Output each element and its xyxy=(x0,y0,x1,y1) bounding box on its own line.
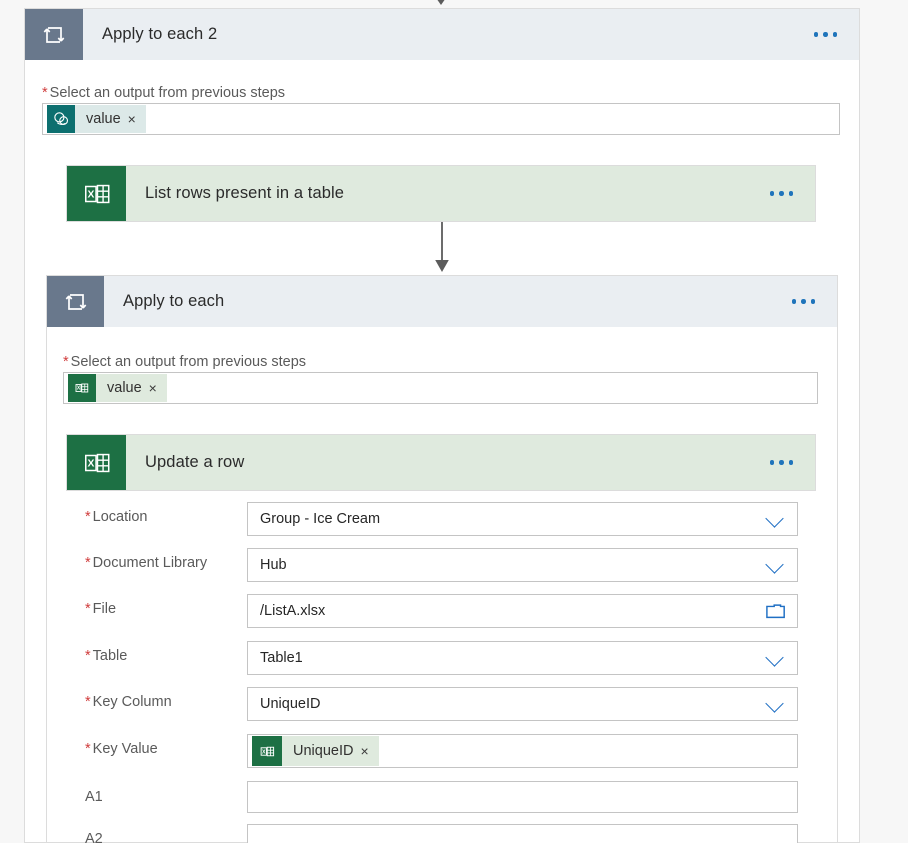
required-asterisk: * xyxy=(85,694,91,710)
token-chip-label: value xyxy=(107,380,142,396)
inner-loop-output-label: * Select an output from previous steps xyxy=(63,354,307,370)
required-asterisk: * xyxy=(85,741,91,757)
list-rows-action-header[interactable]: X List rows present in a table xyxy=(66,165,816,222)
token-chip-label: UniqueID xyxy=(293,743,354,759)
a1-input[interactable] xyxy=(247,781,798,813)
update-row-action-title: Update a row xyxy=(145,453,245,471)
flow-designer-canvas: Apply to each 2 * Select an output from p… xyxy=(0,0,908,843)
excel-icon: X xyxy=(252,736,282,766)
svg-text:X: X xyxy=(87,189,94,200)
token-chip-uniqueid[interactable]: X UniqueID × xyxy=(252,736,379,766)
list-rows-action-more-button[interactable] xyxy=(769,191,816,196)
file-label: * File xyxy=(85,601,117,617)
token-remove-icon[interactable]: × xyxy=(149,381,167,395)
a2-label: A2 xyxy=(85,831,103,843)
table-dropdown[interactable]: Table1 xyxy=(247,641,798,675)
outer-loop-output-label: * Select an output from previous steps xyxy=(42,85,286,101)
excel-icon: X xyxy=(67,435,126,490)
excel-icon: X xyxy=(68,374,96,402)
chevron-down-icon[interactable] xyxy=(765,647,787,669)
key-value-label: * Key Value xyxy=(85,741,158,757)
a1-label: A1 xyxy=(85,789,103,805)
token-chip-value-excel[interactable]: X value × xyxy=(68,374,167,402)
table-label: * Table xyxy=(85,648,128,664)
a2-input[interactable] xyxy=(247,824,798,843)
outer-loop-output-input[interactable]: value × xyxy=(42,103,840,135)
key-column-value: UniqueID xyxy=(260,696,321,712)
required-asterisk: * xyxy=(63,354,69,370)
file-value: /ListA.xlsx xyxy=(260,603,326,619)
chevron-down-icon[interactable] xyxy=(765,508,787,530)
location-label: * Location xyxy=(85,509,148,525)
apply-to-each-more-button[interactable] xyxy=(791,299,838,304)
document-library-value: Hub xyxy=(260,557,287,573)
required-asterisk: * xyxy=(85,648,91,664)
document-library-label: * Document Library xyxy=(85,555,208,571)
list-rows-action-title: List rows present in a table xyxy=(145,184,345,202)
table-value: Table1 xyxy=(260,650,303,666)
svg-text:X: X xyxy=(262,749,266,755)
token-remove-icon[interactable]: × xyxy=(360,744,378,758)
key-column-label: * Key Column xyxy=(85,694,172,710)
inner-loop-output-input[interactable]: X value × xyxy=(63,372,818,404)
token-remove-icon[interactable]: × xyxy=(128,112,146,126)
update-row-action-header[interactable]: X Update a row xyxy=(66,434,816,491)
apply-to-each-header[interactable]: Apply to each xyxy=(46,275,838,327)
update-row-action-more-button[interactable] xyxy=(769,460,816,465)
required-asterisk: * xyxy=(42,85,48,101)
required-asterisk: * xyxy=(85,509,91,525)
apply-to-each-2-more-button[interactable] xyxy=(813,32,860,37)
token-chip-value-sharepoint[interactable]: value × xyxy=(47,105,146,133)
file-input[interactable]: /ListA.xlsx xyxy=(247,594,798,628)
location-dropdown[interactable]: Group - Ice Cream xyxy=(247,502,798,536)
incoming-connector-arrow xyxy=(437,0,445,5)
svg-text:X: X xyxy=(87,458,94,469)
apply-to-each-title: Apply to each xyxy=(123,292,225,310)
apply-to-each-2-title: Apply to each 2 xyxy=(102,25,218,43)
required-asterisk: * xyxy=(85,555,91,571)
location-value: Group - Ice Cream xyxy=(260,511,381,527)
excel-icon: X xyxy=(67,166,126,221)
folder-picker-icon[interactable] xyxy=(765,601,787,621)
document-library-dropdown[interactable]: Hub xyxy=(247,548,798,582)
apply-to-each-2-header[interactable]: Apply to each 2 xyxy=(24,8,860,60)
loop-icon xyxy=(25,9,83,60)
key-column-dropdown[interactable]: UniqueID xyxy=(247,687,798,721)
chevron-down-icon[interactable] xyxy=(765,693,787,715)
required-asterisk: * xyxy=(85,601,91,617)
chevron-down-icon[interactable] xyxy=(765,554,787,576)
token-chip-label: value xyxy=(86,111,121,127)
sharepoint-icon xyxy=(47,105,75,133)
flow-connector-arrow xyxy=(435,222,449,272)
svg-text:X: X xyxy=(77,386,81,392)
loop-icon xyxy=(47,276,104,327)
key-value-input[interactable]: X UniqueID × xyxy=(247,734,798,768)
